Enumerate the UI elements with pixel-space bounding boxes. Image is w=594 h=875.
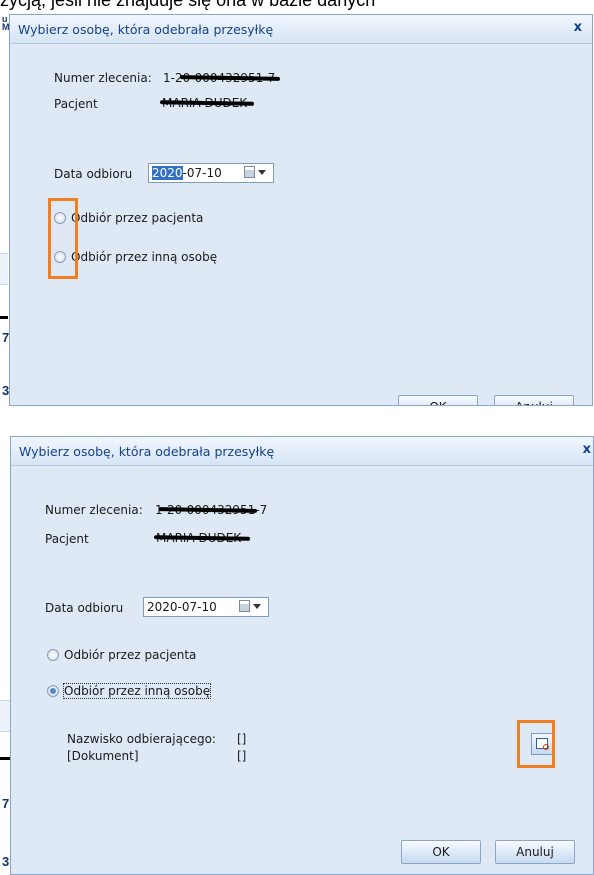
date-value: 2020-07-10 [147, 600, 217, 614]
patient-label: Pacjent [45, 532, 89, 546]
radio-pickup-by-patient[interactable]: Odbiór przez pacjenta [47, 647, 247, 665]
radio-label: Odbiór przez pacjenta [71, 211, 204, 225]
patient-label: Pacjent [54, 97, 98, 111]
radio-label: Odbiór przez inną osobę [62, 683, 212, 699]
background-redaction [0, 316, 8, 319]
radio-pickup-by-patient[interactable]: Odbiór przez pacjenta [54, 210, 254, 228]
radio-pickup-by-other[interactable]: Odbiór przez inną osobę [54, 249, 254, 267]
background-strip [0, 700, 10, 732]
ok-button[interactable]: OK [398, 395, 478, 405]
document-value: [] [237, 749, 247, 763]
background-fragment: 3 [2, 854, 10, 869]
pickup-date-label: Data odbioru [54, 167, 133, 181]
background-document-text: życją, jeśli nie znajduje się ona w bazi… [0, 0, 376, 10]
calendar-icon [239, 600, 250, 612]
dialog-select-recipient-1: Wybierz osobę, która odebrała przesyłkę … [9, 14, 593, 406]
recipient-surname-label: Nazwisko odbierającego: [67, 732, 216, 746]
dialog-select-recipient-2: Wybierz osobę, która odebrała przesyłkę … [10, 436, 594, 875]
cancel-button[interactable]: Anuluj [494, 395, 574, 405]
highlight-annotation [48, 198, 78, 279]
background-fragment: 7 [2, 796, 10, 811]
close-icon[interactable]: x [583, 442, 591, 457]
dropdown-arrow-icon [253, 604, 261, 609]
date-picker-button[interactable] [239, 600, 265, 614]
radio-label: Odbiór przez inną osobę [71, 250, 218, 264]
radio-icon[interactable] [47, 685, 59, 697]
recipient-surname-value: [] [237, 732, 247, 746]
pickup-date-field[interactable]: 2020-07-10 [148, 163, 274, 183]
radio-pickup-by-other[interactable]: Odbiór przez inną osobę [47, 683, 247, 701]
pickup-date-label: Data odbioru [45, 601, 124, 615]
dialog-title: Wybierz osobę, która odebrała przesyłkę [19, 444, 275, 459]
date-rest: -07-10 [182, 166, 222, 180]
order-number-label: Numer zlecenia: [54, 71, 152, 85]
order-number-label: Numer zlecenia: [45, 503, 143, 517]
close-icon[interactable]: x [574, 20, 582, 35]
dialog-titlebar: Wybierz osobę, która odebrała przesyłkę … [11, 437, 593, 466]
radio-label: Odbiór przez pacjenta [64, 648, 197, 662]
highlight-annotation [517, 720, 555, 768]
cancel-button[interactable]: Anuluj [495, 840, 575, 864]
document-label: [Dokument] [67, 749, 139, 763]
pickup-date-field[interactable]: 2020-07-10 [143, 597, 269, 617]
dialog-titlebar: Wybierz osobę, która odebrała przesyłkę … [10, 15, 592, 44]
date-year-selected: 2020 [152, 166, 183, 180]
ok-button[interactable]: OK [401, 840, 481, 864]
background-strip [0, 253, 8, 285]
radio-icon[interactable] [47, 649, 59, 661]
background-redaction [0, 757, 10, 760]
calendar-icon [244, 166, 255, 178]
date-picker-button[interactable] [244, 166, 270, 180]
dropdown-arrow-icon [258, 170, 266, 175]
dialog-title: Wybierz osobę, która odebrała przesyłkę [18, 22, 274, 37]
